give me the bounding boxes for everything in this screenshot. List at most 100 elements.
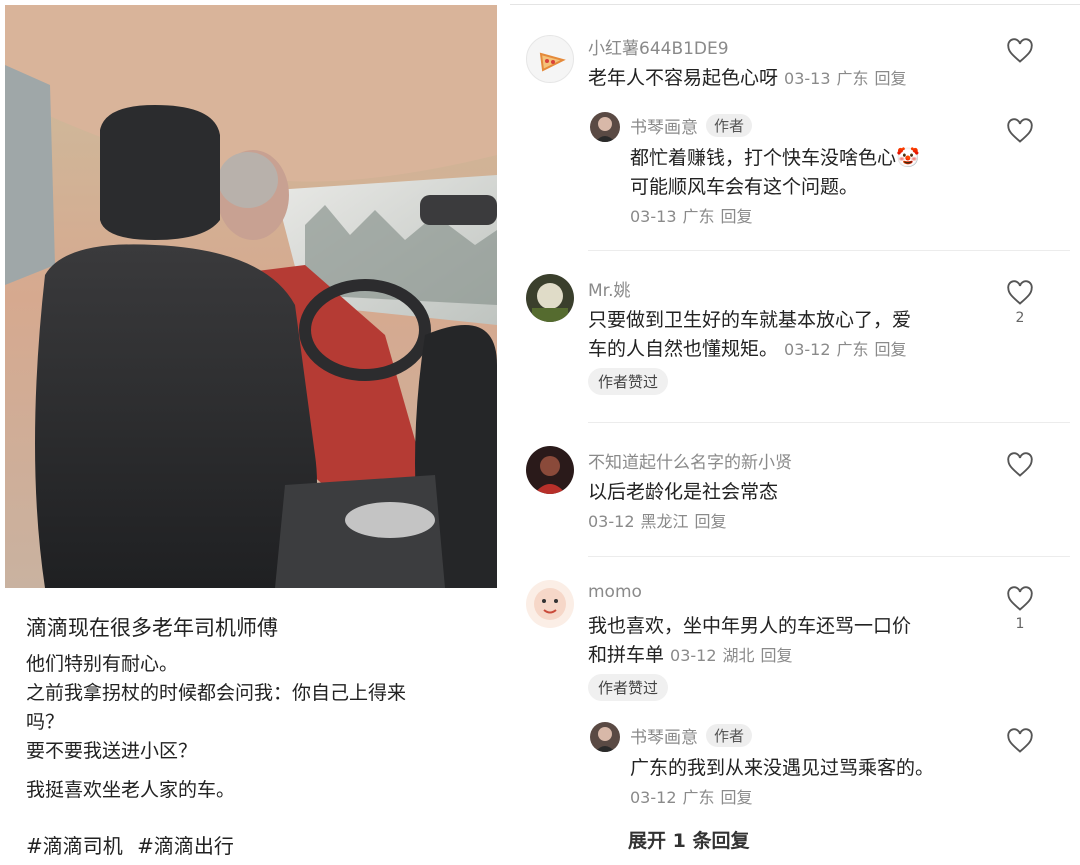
reply-text: 广东的我到从来没遇见过骂乘客的。 03-12 广东 回复 xyxy=(630,754,934,812)
comment-location: 黑龙江 xyxy=(640,512,689,531)
author-liked-badge: 作者赞过 xyxy=(588,674,669,701)
reply-body: 广东的我到从来没遇见过骂乘客的。 xyxy=(630,757,935,779)
author-badge: 作者 xyxy=(706,724,753,747)
author-liked-badge: 作者赞过 xyxy=(588,368,669,395)
avatar-image xyxy=(532,283,568,322)
reply-link[interactable]: 回复 xyxy=(721,207,753,226)
post-photo[interactable] xyxy=(5,5,497,588)
like-button[interactable] xyxy=(1006,118,1034,144)
reply-link[interactable]: 回复 xyxy=(875,69,907,88)
reply-line: 都忙着赚钱，打个快车没啥色心🤡 xyxy=(630,147,920,169)
divider xyxy=(588,422,1070,423)
comments-panel: 小红薯644B1DE9 老年人不容易起色心呀 03-13 广东 回复 书琴画意 作者 都… xyxy=(510,0,1080,865)
like-button[interactable]: 2 xyxy=(1006,280,1034,326)
reply-location: 广东 xyxy=(682,207,715,226)
heart-outline-icon xyxy=(1007,38,1033,63)
comment-text: 我也喜欢，坐中年男人的车还骂一口价 和拼车单 03-12 湖北 回复 xyxy=(588,612,911,670)
reply-line: 可能顺风车会有这个问题。 xyxy=(630,176,859,198)
post-line: 之前我拿拐杖的时候都会问我：你自己上得来 xyxy=(26,682,407,704)
like-button[interactable] xyxy=(1006,728,1034,754)
heart-outline-icon xyxy=(1007,728,1033,753)
reply-username: 书琴画意 作者 xyxy=(630,723,753,748)
comment-line-with-meta: 和拼车单 03-12 湖北 回复 xyxy=(588,641,911,670)
reply-location: 广东 xyxy=(682,788,715,807)
like-count: 1 xyxy=(1015,616,1025,632)
comment-date: 03-12 xyxy=(784,340,831,359)
avatar-image xyxy=(534,588,566,620)
reply-text: 都忙着赚钱，打个快车没啥色心🤡 可能顺风车会有这个问题。 03-13 广东 回复 xyxy=(630,144,920,231)
comment-text: 老年人不容易起色心呀 03-13 广东 回复 xyxy=(588,64,913,93)
like-button[interactable] xyxy=(1006,38,1034,64)
reply-link[interactable]: 回复 xyxy=(695,512,727,531)
author-avatar[interactable] xyxy=(590,722,620,752)
heart-outline-icon xyxy=(1007,280,1033,305)
author-avatar-image xyxy=(595,727,615,752)
avatar-image xyxy=(534,456,566,494)
reply-meta: 03-13 广东 回复 xyxy=(630,202,920,231)
like-count: 2 xyxy=(1015,310,1025,326)
comment-text: 以后老龄化是社会常态 03-12 黑龙江 回复 xyxy=(588,478,778,536)
comment-meta: 03-12 湖北 回复 xyxy=(670,646,799,665)
comment-body: 老年人不容易起色心呀 xyxy=(588,67,779,89)
avatar[interactable] xyxy=(526,35,574,83)
comment-date: 03-12 xyxy=(588,512,635,531)
author-badge: 作者 xyxy=(706,114,753,137)
pizza-avatar-icon xyxy=(539,52,566,72)
comment-username[interactable]: Mr.姚 xyxy=(588,276,631,301)
post-line: 他们特别有耐心。 xyxy=(26,653,179,675)
comment-location: 广东 xyxy=(836,340,869,359)
reply-date: 03-12 xyxy=(630,788,677,807)
hashtag-list: #滴滴司机 #滴滴出行 xyxy=(26,830,242,859)
heart-outline-icon xyxy=(1007,118,1033,143)
avatar[interactable] xyxy=(526,580,574,628)
author-avatar-image xyxy=(595,117,615,142)
reply-username-text[interactable]: 书琴画意 xyxy=(630,118,698,138)
comment-meta: 03-12 广东 回复 xyxy=(784,340,913,359)
comment-line: 只要做到卫生好的车就基本放心了，爱 xyxy=(588,309,912,331)
comment-line-with-meta: 车的人自然也懂规矩。 03-12 广东 回复 xyxy=(588,335,913,364)
hashtag-link[interactable]: #滴滴司机 xyxy=(26,834,123,858)
xiaohongshu-post-screen: 滴滴现在很多老年司机师傅 他们特别有耐心。 之前我拿拐杖的时候都会问我：你自己上… xyxy=(0,0,1080,865)
reply-username-text[interactable]: 书琴画意 xyxy=(630,728,698,748)
comment-meta: 03-13 广东 回复 xyxy=(784,69,913,88)
comment-date: 03-12 xyxy=(670,646,717,665)
comment-text: 只要做到卫生好的车就基本放心了，爱 车的人自然也懂规矩。 03-12 广东 回复 xyxy=(588,306,913,364)
divider xyxy=(588,250,1070,251)
post-closing: 我挺喜欢坐老人家的车。 xyxy=(26,779,236,801)
reply-link[interactable]: 回复 xyxy=(761,646,793,665)
post-body: 他们特别有耐心。 之前我拿拐杖的时候都会问我：你自己上得来 吗？ 要不要我送进小… xyxy=(26,650,476,805)
reply-link[interactable]: 回复 xyxy=(875,340,907,359)
comment-line: 车的人自然也懂规矩。 xyxy=(588,338,779,360)
post-panel: 滴滴现在很多老年司机师傅 他们特别有耐心。 之前我拿拐杖的时候都会问我：你自己上… xyxy=(0,0,505,865)
comment-location: 广东 xyxy=(836,69,869,88)
heart-outline-icon xyxy=(1007,452,1033,477)
car-interior-image xyxy=(5,5,497,588)
comment-body: 以后老龄化是社会常态 xyxy=(588,481,779,503)
author-avatar[interactable] xyxy=(590,112,620,142)
comment-username[interactable]: momo xyxy=(588,582,642,602)
post-line: 要不要我送进小区？ xyxy=(26,740,198,762)
reply-meta: 03-12 广东 回复 xyxy=(630,783,934,812)
like-button[interactable]: 1 xyxy=(1006,586,1034,632)
comment-line: 和拼车单 xyxy=(588,644,665,666)
expand-replies-button[interactable]: 展开 1 条回复 xyxy=(628,826,749,853)
comment-location: 湖北 xyxy=(722,646,755,665)
comment-username[interactable]: 不知道起什么名字的新小贤 xyxy=(588,448,792,473)
reply-username: 书琴画意 作者 xyxy=(630,113,753,138)
avatar[interactable] xyxy=(526,274,574,322)
divider xyxy=(510,4,1080,5)
comment-username[interactable]: 小红薯644B1DE9 xyxy=(588,34,729,59)
reply-link[interactable]: 回复 xyxy=(721,788,753,807)
post-title: 滴滴现在很多老年司机师傅 xyxy=(26,616,278,640)
hashtag-link[interactable]: #滴滴出行 xyxy=(137,834,234,858)
heart-outline-icon xyxy=(1007,586,1033,611)
reply-date: 03-13 xyxy=(630,207,677,226)
comment-line: 我也喜欢，坐中年男人的车还骂一口价 xyxy=(588,615,912,637)
like-button[interactable] xyxy=(1006,452,1034,478)
post-line: 吗？ xyxy=(26,711,65,733)
divider xyxy=(588,556,1070,557)
avatar[interactable] xyxy=(526,446,574,494)
comment-date: 03-13 xyxy=(784,69,831,88)
comment-meta: 03-12 黑龙江 回复 xyxy=(588,507,778,536)
